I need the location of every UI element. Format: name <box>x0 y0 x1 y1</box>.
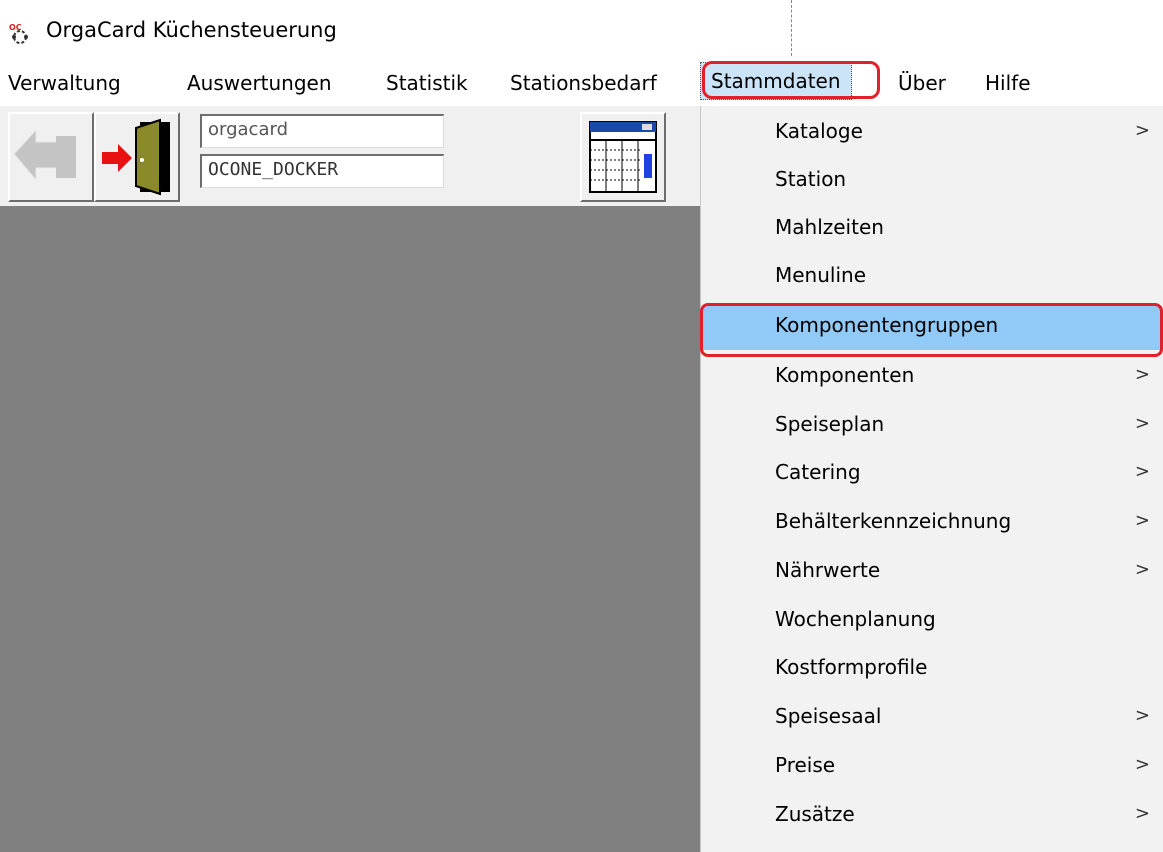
menu-stammdaten[interactable]: Stammdaten <box>700 62 852 100</box>
submenu-arrow-icon: > <box>1134 510 1150 531</box>
submenu-arrow-icon: > <box>1134 705 1150 726</box>
menu-item-label: Kataloge <box>775 119 863 143</box>
menu-item-label: Mahlzeiten <box>775 215 884 239</box>
menu-item-label: Catering <box>775 460 861 484</box>
logout-button[interactable] <box>94 112 180 202</box>
back-button[interactable] <box>8 112 94 202</box>
window-title: OrgaCard Küchensteuerung <box>46 18 337 42</box>
back-arrow-icon <box>13 128 76 182</box>
menu-item-behaelterkennzeichnung[interactable]: Behälterkennzeichnung > <box>701 500 1163 548</box>
submenu-arrow-icon: > <box>1134 754 1150 775</box>
menu-item-kataloge[interactable]: Kataloge > <box>701 110 1163 158</box>
submenu-arrow-icon: > <box>1134 559 1150 580</box>
menu-hilfe[interactable]: Hilfe <box>985 69 1031 97</box>
menu-item-label: Preise <box>775 753 836 777</box>
menu-item-label: Station <box>775 167 847 191</box>
menu-item-speiseplan[interactable]: Speiseplan > <box>701 403 1163 451</box>
menu-item-preise[interactable]: Preise > <box>701 744 1163 792</box>
menu-item-wochenplanung[interactable]: Wochenplanung <box>701 598 1163 646</box>
menu-auswertungen[interactable]: Auswertungen <box>187 69 332 97</box>
menu-item-label: Zusätze <box>775 802 855 826</box>
menu-item-naehrwerte[interactable]: Nährwerte > <box>701 549 1163 597</box>
menu-item-label: Menuline <box>775 263 867 287</box>
menu-statistik[interactable]: Statistik <box>386 69 468 97</box>
workspace-area <box>0 206 700 852</box>
table-view-button[interactable] <box>580 112 666 202</box>
menu-item-label: Nährwerte <box>775 558 881 582</box>
exit-door-icon <box>102 118 170 196</box>
menu-item-label: Speiseplan <box>775 412 885 436</box>
menu-item-label: Speisesaal <box>775 704 882 728</box>
submenu-arrow-icon: > <box>1134 413 1150 434</box>
user-field[interactable]: orgacard <box>200 114 444 148</box>
submenu-arrow-icon: > <box>1134 803 1150 824</box>
menu-item-komponenten[interactable]: Komponenten > <box>701 354 1163 402</box>
menu-item-komponentengruppen[interactable]: Komponentengruppen <box>701 304 1163 352</box>
submenu-arrow-icon: > <box>1134 461 1150 482</box>
title-bar: OC OrgaCard Küchensteuerung <box>0 0 1163 62</box>
submenu-arrow-icon: > <box>1134 120 1150 141</box>
menu-item-kostformprofile[interactable]: Kostformprofile <box>701 646 1163 694</box>
menu-item-station[interactable]: Station <box>701 158 1163 206</box>
menu-item-label: Komponentengruppen <box>775 313 999 337</box>
menu-ueber[interactable]: Über <box>898 69 946 97</box>
table-window-icon <box>589 121 657 193</box>
menu-item-catering[interactable]: Catering > <box>701 451 1163 499</box>
menu-verwaltung[interactable]: Verwaltung <box>8 69 121 97</box>
menu-item-label: Komponenten <box>775 363 915 387</box>
menu-item-label: Behälterkennzeichnung <box>775 509 1012 533</box>
menu-bar: Verwaltung Auswertungen Statistik Statio… <box>0 62 1163 106</box>
menu-item-mahlzeiten[interactable]: Mahlzeiten <box>701 206 1163 254</box>
submenu-arrow-icon: > <box>1134 364 1150 385</box>
menu-item-zusaetze[interactable]: Zusätze > <box>701 793 1163 841</box>
menu-item-label: Wochenplanung <box>775 607 936 631</box>
stammdaten-dropdown: Kataloge > Station Mahlzeiten Menuline K… <box>700 106 1163 852</box>
divider <box>791 0 792 56</box>
database-field[interactable]: OCONE_DOCKER <box>200 154 444 188</box>
menu-item-menuline[interactable]: Menuline <box>701 254 1163 302</box>
menu-item-speisesaal[interactable]: Speisesaal > <box>701 695 1163 743</box>
toolbar: orgacard OCONE_DOCKER <box>0 106 700 206</box>
menu-stationsbedarf[interactable]: Stationsbedarf <box>510 69 657 97</box>
menu-item-label: Kostformprofile <box>775 655 928 679</box>
orgacard-logo-icon: OC <box>9 23 28 44</box>
